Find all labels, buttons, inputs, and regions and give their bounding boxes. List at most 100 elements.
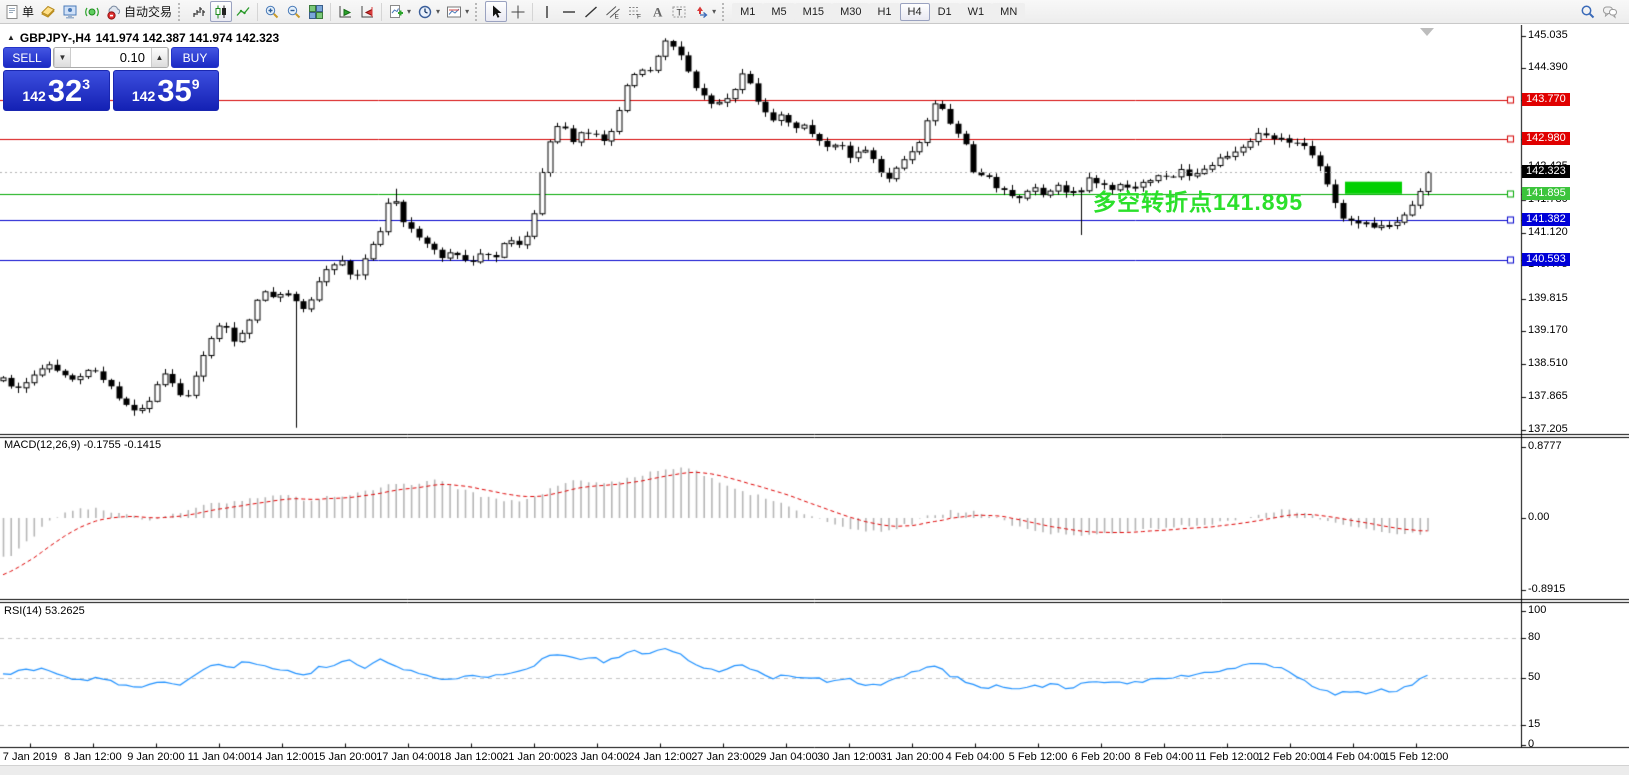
time-tick-label: 27 Jan 23:00 (691, 751, 755, 763)
level-price-label: 141.382 (1522, 212, 1570, 226)
chat-button[interactable] (1599, 1, 1621, 22)
tile-windows-button[interactable] (305, 1, 327, 22)
cursor-button[interactable] (485, 1, 508, 22)
time-tick-label: 14 Jan 12:00 (250, 751, 314, 763)
chart-canvas[interactable] (0, 25, 1629, 775)
new-order-button[interactable]: 单 (1, 1, 37, 22)
svg-text:T: T (677, 7, 683, 17)
current-price-label: 142.323 (1522, 165, 1570, 179)
time-tick-label: 6 Feb 20:00 (1071, 751, 1131, 763)
arrows-icon (693, 4, 709, 20)
one-click-trading-panel: SELL ▼ ▲ BUY 142323 142359 (3, 47, 219, 111)
svg-text:E: E (615, 13, 620, 20)
time-tick-label: 29 Jan 04:00 (754, 751, 818, 763)
one-click-price-row: 142 32 3 142 35 9 (3, 70, 219, 111)
crosshair-button[interactable] (507, 1, 529, 22)
clock-icon (417, 4, 433, 20)
toolbar-grip (178, 2, 185, 21)
equidistant-channel-button[interactable]: E (602, 1, 624, 22)
chart-title-row: ▲ GBPJPY-,H4 141.974 142.387 141.974 142… (7, 31, 279, 45)
trendline-button[interactable] (580, 1, 602, 22)
timeframe-d1-button[interactable]: D1 (929, 2, 960, 21)
text-icon: A (649, 4, 665, 20)
sell-price-button[interactable]: 142 32 3 (3, 70, 110, 111)
template-icon (446, 4, 462, 20)
zoom-in-button[interactable] (261, 1, 283, 22)
line-chart-button[interactable] (232, 1, 254, 22)
price-tick-label: 137.865 (1528, 389, 1568, 402)
price-tick-label: 138.510 (1528, 357, 1568, 370)
signal-icon (84, 4, 100, 20)
dropdown-caret-icon: ▾ (407, 7, 412, 16)
time-axis[interactable]: 7 Jan 2019 8 Jan 12:00 9 Jan 20:00 11 Jan 0… (0, 748, 1521, 766)
rsi-axis-label: 100 (1528, 604, 1547, 616)
monitor-icon (62, 4, 78, 20)
trendline-icon (583, 4, 599, 20)
timeframe-h1-button[interactable]: H1 (869, 2, 900, 21)
price-tick-label: 145.035 (1528, 29, 1568, 41)
timeframe-m5-button[interactable]: M5 (763, 2, 795, 21)
search-button[interactable] (1577, 1, 1599, 22)
text-label-button[interactable]: T (668, 1, 690, 22)
auto-scroll-button[interactable] (334, 1, 356, 22)
time-tick-label: 11 Feb 12:00 (1194, 751, 1260, 763)
profile-button[interactable] (59, 1, 81, 22)
auto-trading-button[interactable]: 自动交易 (103, 1, 175, 22)
timeframe-h4-button[interactable]: H4 (899, 2, 930, 21)
buy-price-sup: 9 (191, 76, 200, 92)
time-tick-label: 9 Jan 20:00 (127, 751, 185, 763)
svg-text:A: A (653, 4, 663, 19)
timeframe-w1-button[interactable]: W1 (959, 2, 993, 21)
chart-window-button[interactable] (37, 1, 59, 22)
chart-shift-icon (359, 4, 375, 20)
periods-button[interactable]: ▾ (414, 1, 443, 22)
templates-button[interactable]: ▾ (443, 1, 472, 22)
buy-button[interactable]: BUY (171, 47, 219, 68)
autotrade-icon (106, 4, 122, 20)
vertical-line-button[interactable] (536, 1, 558, 22)
rsi-axis-label: 80 (1528, 630, 1541, 643)
sell-price-sup: 3 (82, 76, 91, 92)
bars-icon (191, 4, 207, 20)
svg-text:F: F (637, 13, 641, 20)
sell-price-big: 32 (47, 73, 83, 108)
pivot-annotation-text[interactable]: 多空转折点141.895 (1093, 183, 1303, 217)
signals-button[interactable] (81, 1, 103, 22)
scroll-to-end-icon[interactable] (1420, 28, 1434, 36)
timeframe-m15-button[interactable]: M15 (794, 2, 833, 21)
level-price-label: 143.770 (1522, 92, 1570, 106)
volume-increase-button[interactable]: ▲ (151, 48, 168, 67)
volume-input[interactable] (71, 48, 151, 67)
bar-chart-button[interactable] (188, 1, 210, 22)
volume-decrease-button[interactable]: ▼ (54, 48, 71, 67)
fibonacci-button[interactable]: F (624, 1, 646, 22)
fibonacci-icon: F (627, 4, 643, 20)
time-tick-label: 14 Feb 04:00 (1320, 751, 1386, 763)
new-chart-button[interactable]: ▾ (385, 1, 414, 22)
channel-icon: E (605, 4, 621, 20)
chart-ohlc-readout: 141.974 142.387 141.974 142.323 (95, 31, 280, 45)
time-tick-label: 18 Jan 12:00 (439, 751, 503, 763)
one-click-collapse-icon[interactable]: ▲ (7, 34, 15, 42)
arrows-button[interactable]: ▾ (690, 1, 719, 22)
sell-button[interactable]: SELL (3, 47, 51, 68)
line-icon (235, 4, 251, 20)
candlestick-chart-button[interactable] (210, 1, 233, 22)
text-button[interactable]: A (646, 1, 668, 22)
chart-shift-button[interactable] (356, 1, 378, 22)
level-price-label: 141.895 (1522, 187, 1570, 200)
new-order-button-label: 单 (22, 5, 35, 19)
time-tick-label: 7 Jan 2019 (2, 751, 58, 763)
timeframe-mn-button[interactable]: MN (992, 2, 1026, 21)
price-tick-label: 139.815 (1528, 291, 1568, 304)
zoom-out-button[interactable] (283, 1, 305, 22)
price-axis[interactable]: 145.035144.390142.425141.780141.120140.4… (1522, 25, 1629, 775)
cursor-icon (488, 4, 504, 20)
rsi-axis-label: 50 (1528, 671, 1541, 683)
time-tick-label: 24 Jan 12:00 (628, 751, 692, 763)
buy-price-button[interactable]: 142 35 9 (112, 70, 219, 111)
timeframe-m1-button[interactable]: M1 (732, 2, 764, 21)
toolbar-separator (532, 2, 534, 21)
horizontal-line-button[interactable] (558, 1, 580, 22)
timeframe-m30-button[interactable]: M30 (832, 2, 870, 21)
